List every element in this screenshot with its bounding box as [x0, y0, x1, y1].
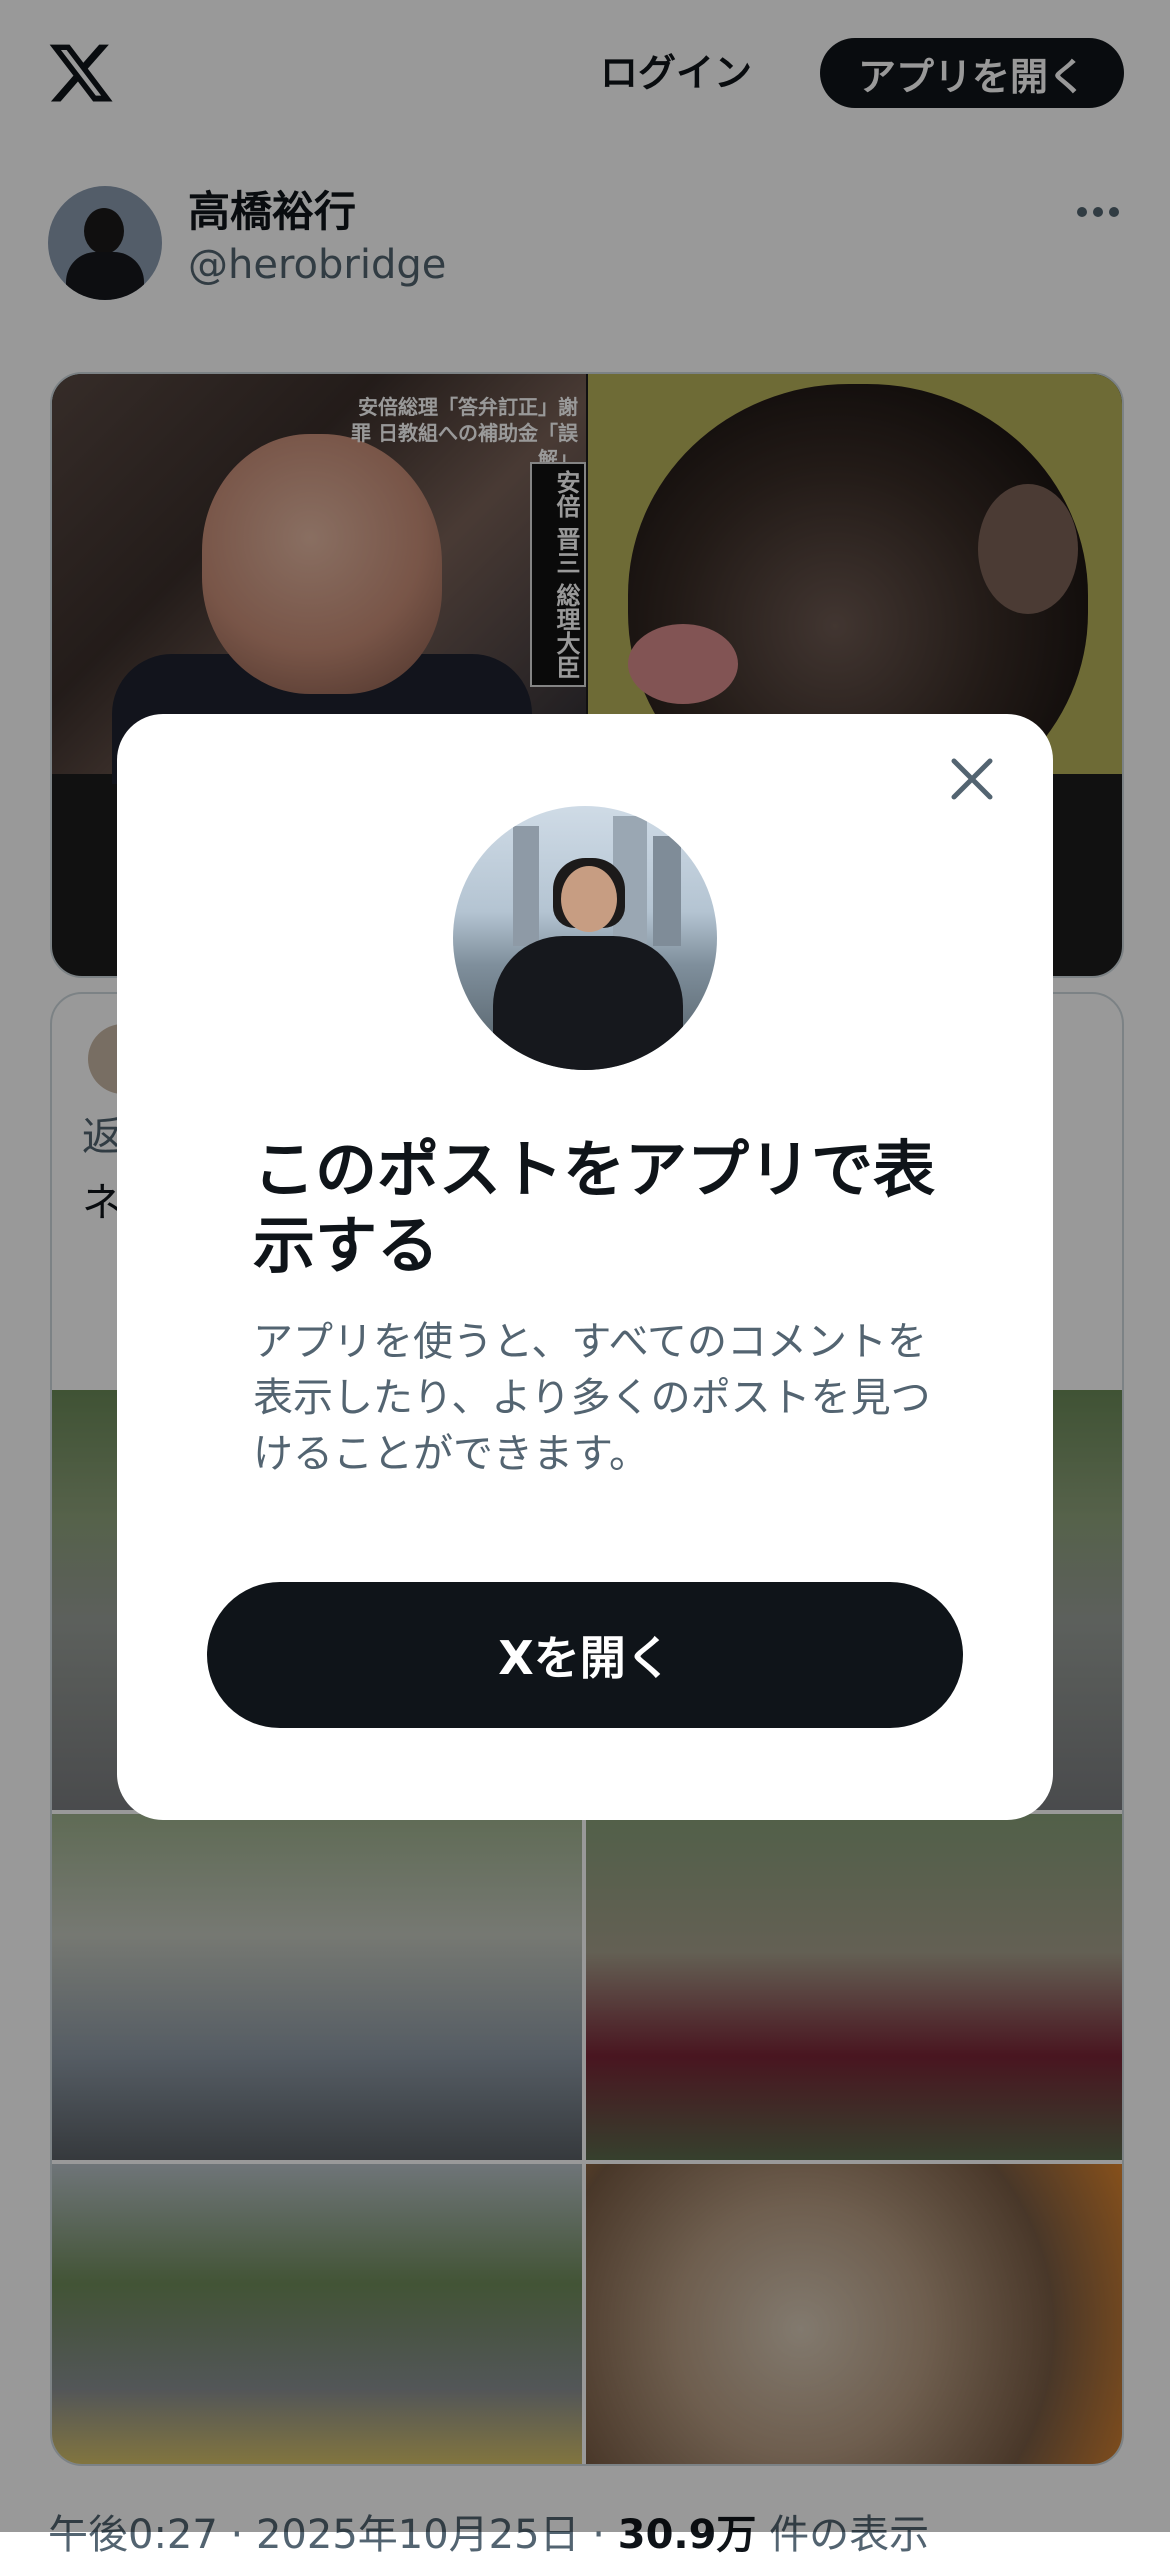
dialog-description: アプリを使うと、すべてのコメントを表示したり、より多くのポストを見つけることがで… — [253, 1319, 931, 1477]
dialog-title: このポストをアプリで表示する — [253, 1133, 936, 1282]
close-icon[interactable] — [945, 752, 999, 806]
open-in-app-dialog: このポストをアプリで表示する アプリを使うと、すべてのコメントを表示したり、より… — [117, 714, 1053, 1820]
author-avatar-large — [453, 806, 717, 1070]
open-x-button[interactable]: Xを開く — [207, 1582, 963, 1728]
